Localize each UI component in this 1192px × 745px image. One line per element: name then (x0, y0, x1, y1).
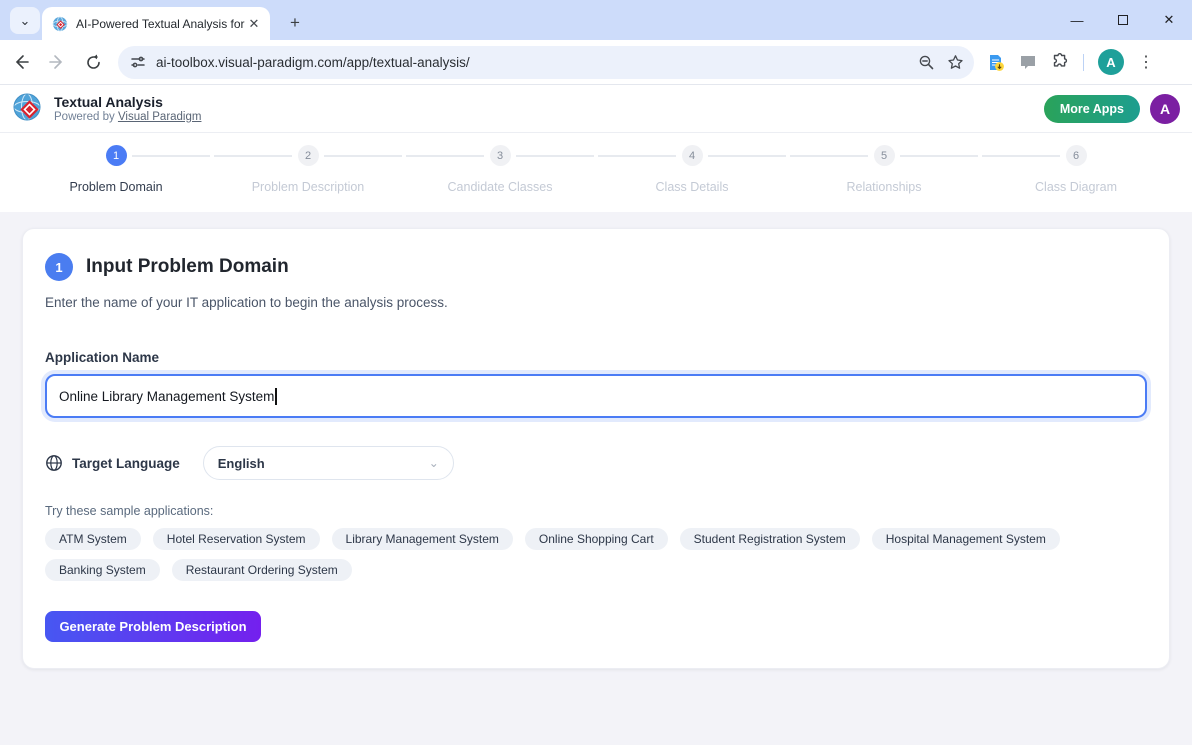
zoom-out-icon[interactable] (918, 54, 935, 71)
target-language-select[interactable]: English ⌄ (203, 446, 454, 480)
step-candidate-classes[interactable]: 3 Candidate Classes (404, 145, 596, 194)
app-title: Textual Analysis (54, 94, 201, 110)
sample-chips: ATM System Hotel Reservation System Libr… (45, 528, 1065, 581)
card-title: Input Problem Domain (86, 256, 289, 278)
globe-icon (45, 454, 63, 472)
step-relationships[interactable]: 5 Relationships (788, 145, 980, 194)
step-label: Candidate Classes (448, 180, 553, 194)
sample-chip[interactable]: ATM System (45, 528, 141, 550)
chevron-down-icon: ⌄ (20, 13, 31, 29)
tab-close-icon[interactable]: ✕ (246, 16, 262, 32)
target-language-value: English (218, 456, 429, 471)
application-name-input[interactable]: Online Library Management System (45, 374, 1147, 418)
favicon-icon (52, 16, 68, 32)
comment-icon[interactable] (1019, 53, 1037, 71)
step-class-details[interactable]: 4 Class Details (596, 145, 788, 194)
target-language-label: Target Language (72, 456, 180, 471)
minimize-button[interactable]: — (1054, 0, 1100, 40)
page-content: 1 Input Problem Domain Enter the name of… (0, 212, 1192, 685)
close-window-button[interactable]: ✕ (1146, 0, 1192, 40)
sample-chip[interactable]: Library Management System (332, 528, 513, 550)
step-number: 4 (682, 145, 703, 166)
extensions-icon[interactable] (1051, 53, 1069, 71)
text-caret (275, 388, 276, 405)
back-button[interactable] (6, 47, 36, 77)
sample-chip[interactable]: Online Shopping Cart (525, 528, 668, 550)
reload-icon (85, 54, 102, 71)
application-name-value: Online Library Management System (59, 389, 274, 404)
card-subtitle: Enter the name of your IT application to… (45, 295, 1147, 310)
step-label: Class Diagram (1035, 180, 1117, 194)
browser-menu-icon[interactable]: ⋮ (1138, 52, 1154, 72)
wizard-stepper: 1 Problem Domain 2 Problem Description 3… (0, 133, 1192, 212)
bookmark-star-icon[interactable] (947, 54, 964, 71)
sample-chip[interactable]: Restaurant Ordering System (172, 559, 352, 581)
browser-tab[interactable]: AI-Powered Textual Analysis for ✕ (42, 7, 270, 40)
sample-chip[interactable]: Hospital Management System (872, 528, 1060, 550)
more-apps-button[interactable]: More Apps (1044, 95, 1140, 123)
step-label: Relationships (846, 180, 921, 194)
maximize-button[interactable] (1100, 0, 1146, 40)
step-label: Problem Description (252, 180, 365, 194)
app-title-block: Textual Analysis Powered by Visual Parad… (54, 94, 201, 124)
url-text[interactable]: ai-toolbox.visual-paradigm.com/app/textu… (156, 55, 918, 70)
step-number: 1 (106, 145, 127, 166)
application-name-label: Application Name (45, 350, 1147, 365)
user-avatar[interactable]: A (1150, 94, 1180, 124)
step-number: 5 (874, 145, 895, 166)
step-number: 3 (490, 145, 511, 166)
reading-mode-icon[interactable] (986, 53, 1005, 72)
step-label: Class Details (656, 180, 729, 194)
browser-titlebar: ⌄ AI-Powered Textual Analysis for ✕ + — … (0, 0, 1192, 40)
samples-caption: Try these sample applications: (45, 504, 1147, 518)
step-number: 2 (298, 145, 319, 166)
forward-arrow-icon (48, 53, 66, 71)
app-header: Textual Analysis Powered by Visual Parad… (0, 85, 1192, 133)
input-problem-domain-card: 1 Input Problem Domain Enter the name of… (22, 228, 1170, 669)
card-step-badge: 1 (45, 253, 73, 281)
sample-chip[interactable]: Banking System (45, 559, 160, 581)
sample-chip[interactable]: Hotel Reservation System (153, 528, 320, 550)
tab-search-button[interactable]: ⌄ (10, 7, 40, 34)
new-tab-button[interactable]: + (282, 10, 308, 36)
step-problem-description[interactable]: 2 Problem Description (212, 145, 404, 194)
chevron-down-icon: ⌄ (429, 456, 439, 470)
browser-window: ⌄ AI-Powered Textual Analysis for ✕ + — … (0, 0, 1192, 745)
step-problem-domain[interactable]: 1 Problem Domain (20, 145, 212, 194)
reload-button[interactable] (78, 47, 108, 77)
step-class-diagram[interactable]: 6 Class Diagram (980, 145, 1172, 194)
maximize-icon (1118, 15, 1128, 25)
visual-paradigm-logo (12, 92, 45, 125)
address-bar[interactable]: ai-toolbox.visual-paradigm.com/app/textu… (118, 46, 974, 79)
back-arrow-icon (12, 53, 30, 71)
toolbar-actions: A ⋮ (986, 49, 1154, 75)
browser-toolbar: ai-toolbox.visual-paradigm.com/app/textu… (0, 40, 1192, 85)
visual-paradigm-link[interactable]: Visual Paradigm (118, 111, 202, 123)
powered-by-text: Powered by (54, 111, 118, 123)
sample-chip[interactable]: Student Registration System (680, 528, 860, 550)
generate-problem-description-button[interactable]: Generate Problem Description (45, 611, 261, 642)
window-controls: — ✕ (1054, 0, 1192, 40)
tab-title: AI-Powered Textual Analysis for (76, 17, 246, 31)
forward-button[interactable] (42, 47, 72, 77)
step-label: Problem Domain (69, 180, 162, 194)
app-subtitle: Powered by Visual Paradigm (54, 110, 201, 124)
toolbar-divider (1083, 54, 1084, 71)
site-settings-icon[interactable] (130, 54, 146, 70)
browser-profile-avatar[interactable]: A (1098, 49, 1124, 75)
step-number: 6 (1066, 145, 1087, 166)
